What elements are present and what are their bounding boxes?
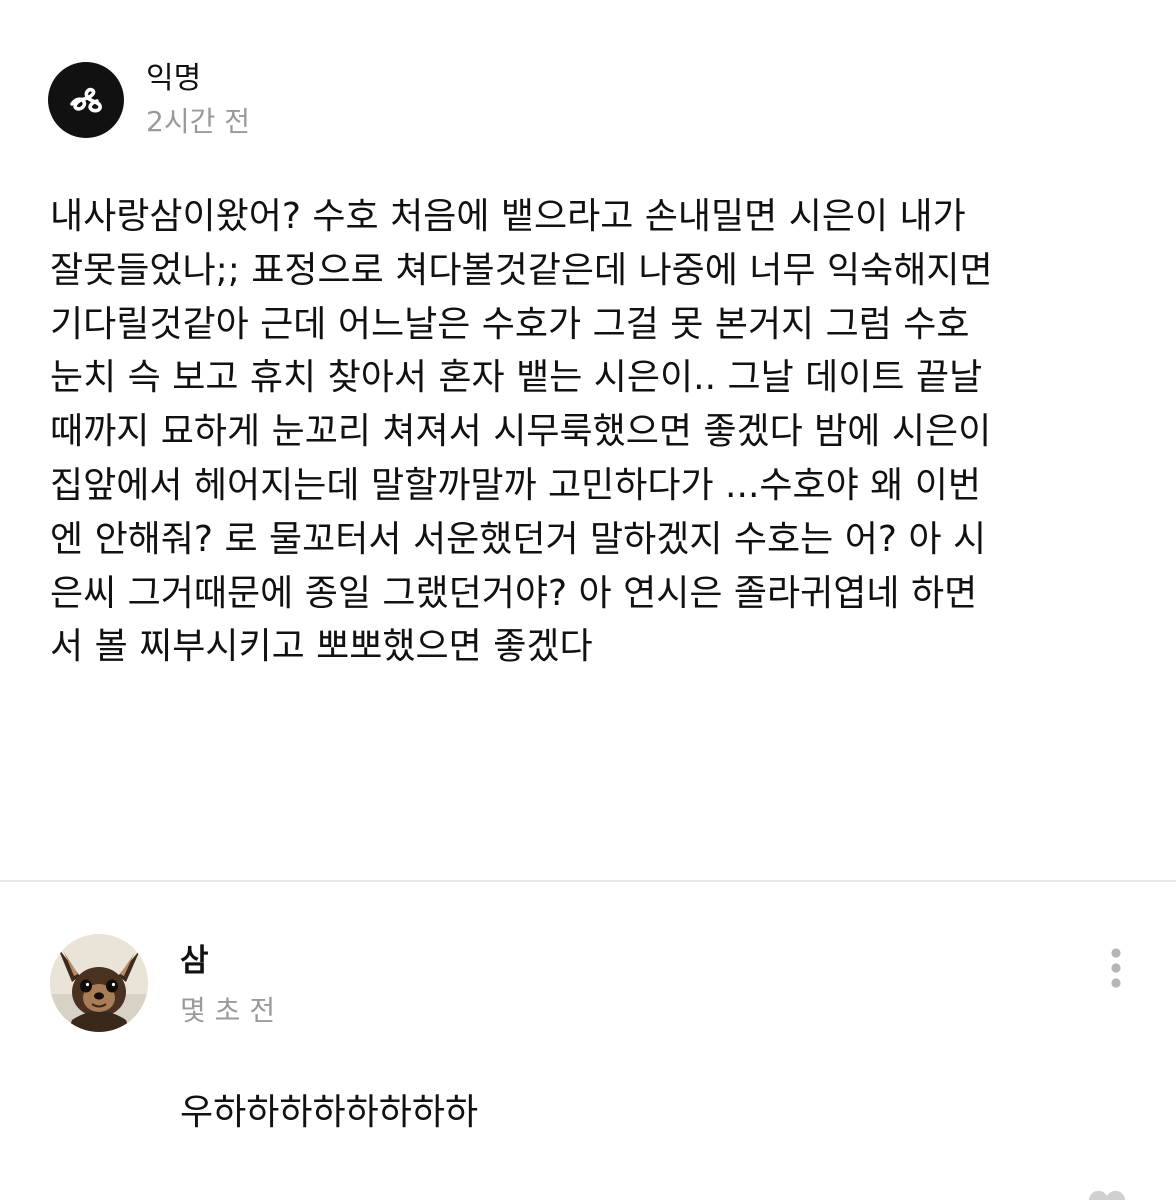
post-line: 기다릴것같아 근데 어느날은 수호가 그걸 못 본거지 그럼 수호 bbox=[50, 303, 970, 345]
post-line: 때까지 묘하게 눈꼬리 쳐져서 시무룩했으면 좋겠다 밤에 시은이 bbox=[50, 411, 992, 453]
post-body: 내사랑삼이왔어? 수호 처음에 뱉으라고 손내밀면 시은이 내가 잘못들었나;;… bbox=[50, 190, 1135, 674]
post-line: 눈치 슥 보고 휴치 찾아서 혼자 뱉는 시은이.. 그날 데이트 끝날 bbox=[50, 357, 983, 399]
section-divider bbox=[0, 880, 1176, 882]
post-line: 집앞에서 헤어지는데 말할까말까 고민하다가 ...수호야 왜 이번 bbox=[50, 464, 981, 506]
post-timestamp: 2시간 전 bbox=[146, 105, 250, 138]
post-line: 엔 안해줘? 로 물꼬터서 서운했던거 말하겠지 수호는 어? 아 시 bbox=[50, 518, 987, 560]
anonymous-logo-icon bbox=[70, 87, 102, 113]
post-line: 은씨 그거때문에 종일 그랬던거야? 아 연시은 졸라귀엽네 하면 bbox=[50, 572, 978, 614]
vertical-ellipsis-icon bbox=[1111, 948, 1121, 988]
comment-more-button[interactable] bbox=[1098, 942, 1134, 994]
post-line: 잘못들었나;; 표정으로 쳐다볼것같은데 나중에 너무 익숙해지면 bbox=[50, 249, 993, 291]
comment-author-name: 삼 bbox=[180, 943, 209, 979]
anonymous-avatar[interactable] bbox=[48, 62, 124, 138]
post-line: 서 볼 찌부시키고 뽀뽀했으면 좋겠다 bbox=[50, 626, 593, 668]
heart-icon bbox=[1088, 1190, 1126, 1200]
post-author-name: 익명 bbox=[146, 61, 202, 96]
comment-text: 우하하하하하하하하 bbox=[180, 1092, 479, 1133]
like-button[interactable] bbox=[1082, 1186, 1132, 1200]
chihuahua-photo-avatar bbox=[50, 934, 148, 1032]
comment-avatar[interactable] bbox=[50, 934, 148, 1032]
post-author-block: 익명 2시간 전 bbox=[146, 59, 250, 141]
comment-timestamp: 몇 초 전 bbox=[180, 994, 276, 1027]
post-line: 내사랑삼이왔어? 수호 처음에 뱉으라고 손내밀면 시은이 내가 bbox=[50, 196, 966, 237]
post-header: 익명 2시간 전 bbox=[48, 52, 250, 148]
